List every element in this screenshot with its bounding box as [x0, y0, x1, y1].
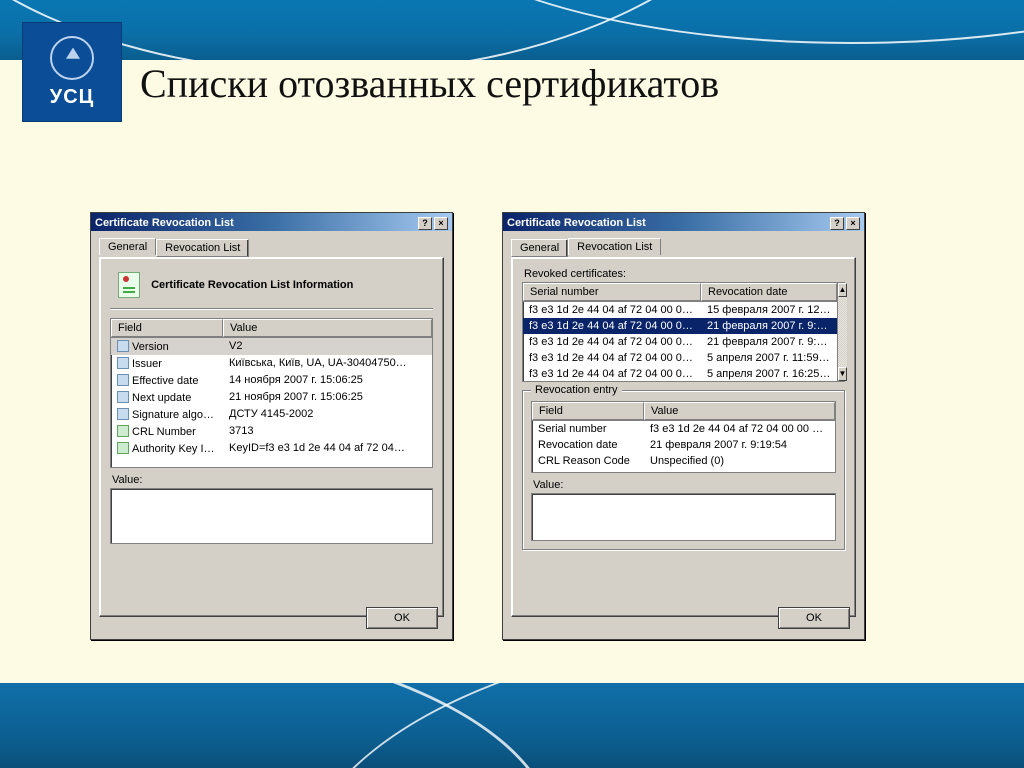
- titlebar[interactable]: Certificate Revocation List ? ×: [503, 213, 864, 231]
- list-row[interactable]: IssuerКиївська, Київ, UA, UA-30404750…: [111, 355, 432, 372]
- list-row[interactable]: Next update21 ноября 2007 г. 15:06:25: [111, 389, 432, 406]
- window-title: Certificate Revocation List: [507, 217, 646, 229]
- list-row[interactable]: f3 e3 1d 2e 44 04 af 72 04 00 00 00 …21 …: [523, 334, 837, 350]
- tab-general[interactable]: General: [99, 238, 156, 255]
- list-row[interactable]: VersionV2: [111, 338, 432, 355]
- revocation-entry-group: Revocation entry Field Value Serial numb…: [522, 390, 845, 550]
- logo: УСЦ: [22, 22, 122, 122]
- list-row[interactable]: f3 e3 1d 2e 44 04 af 72 04 00 00 00 …15 …: [523, 302, 837, 318]
- list-row[interactable]: Effective date14 ноября 2007 г. 15:06:25: [111, 372, 432, 389]
- value-label: Value:: [533, 479, 836, 491]
- revoked-listview[interactable]: Serial number Revocation date f3 e3 1d 2…: [522, 282, 845, 382]
- value-textbox[interactable]: [531, 493, 836, 541]
- slide-title: Списки отозванных сертификатов: [140, 60, 1004, 107]
- close-button[interactable]: ×: [434, 217, 448, 230]
- help-button[interactable]: ?: [830, 217, 844, 230]
- ok-button[interactable]: OK: [778, 607, 850, 629]
- value-textbox[interactable]: [110, 488, 433, 544]
- logo-text: УСЦ: [50, 86, 95, 109]
- ok-button[interactable]: OK: [366, 607, 438, 629]
- col-value[interactable]: Value: [644, 402, 835, 420]
- col-value[interactable]: Value: [223, 319, 432, 337]
- crl-dialog-general: Certificate Revocation List ? × GeneralR…: [90, 212, 453, 640]
- slide-bottom-band: [0, 683, 1024, 768]
- col-serial[interactable]: Serial number: [523, 283, 701, 301]
- separator: [110, 308, 433, 310]
- list-row[interactable]: f3 e3 1d 2e 44 04 af 72 04 00 00 00 …5 а…: [523, 366, 837, 381]
- slide-top-band: [0, 0, 1024, 60]
- entry-listview[interactable]: Field Value Serial numberf3 e3 1d 2e 44 …: [531, 401, 836, 473]
- tab-row: GeneralRevocation List: [511, 237, 856, 257]
- close-button[interactable]: ×: [846, 217, 860, 230]
- list-row[interactable]: Authority Key Iden…KeyID=f3 e3 1d 2e 44 …: [111, 440, 432, 457]
- tab-row: GeneralRevocation List: [99, 237, 444, 257]
- list-row[interactable]: Signature algorithmДСТУ 4145-2002: [111, 406, 432, 423]
- value-label: Value:: [112, 474, 433, 486]
- list-row[interactable]: f3 e3 1d 2e 44 04 af 72 04 00 00 00 …21 …: [523, 318, 837, 334]
- list-row[interactable]: Revocation date21 февраля 2007 г. 9:19:5…: [532, 437, 835, 453]
- window-title: Certificate Revocation List: [95, 217, 234, 229]
- col-field[interactable]: Field: [532, 402, 644, 420]
- logo-seal-icon: [50, 36, 94, 80]
- crl-dialog-revlist: Certificate Revocation List ? × GeneralR…: [502, 212, 865, 640]
- revoked-label: Revoked certificates:: [524, 268, 845, 280]
- tab-revocation-list[interactable]: Revocation List: [156, 239, 249, 257]
- col-field[interactable]: Field: [111, 319, 223, 337]
- crl-info-heading: Certificate Revocation List Information: [151, 279, 353, 291]
- group-caption: Revocation entry: [531, 384, 622, 396]
- scroll-up-icon[interactable]: ▲: [838, 283, 848, 297]
- list-row[interactable]: f3 e3 1d 2e 44 04 af 72 04 00 00 00 …5 а…: [523, 350, 837, 366]
- scroll-down-icon[interactable]: ▼: [838, 367, 848, 381]
- col-revdate[interactable]: Revocation date: [701, 283, 837, 301]
- titlebar[interactable]: Certificate Revocation List ? ×: [91, 213, 452, 231]
- list-row[interactable]: Serial numberf3 e3 1d 2e 44 04 af 72 04 …: [532, 421, 835, 437]
- field-listview[interactable]: Field Value VersionV2IssuerКиївська, Киї…: [110, 318, 433, 468]
- tab-revocation-list[interactable]: Revocation List: [568, 238, 661, 255]
- help-button[interactable]: ?: [418, 217, 432, 230]
- scrollbar[interactable]: ▲ ▼: [837, 283, 848, 381]
- list-row[interactable]: CRL Reason CodeUnspecified (0): [532, 453, 835, 469]
- tab-general[interactable]: General: [511, 239, 568, 257]
- crl-icon: [118, 272, 140, 298]
- list-row[interactable]: CRL Number3713: [111, 423, 432, 440]
